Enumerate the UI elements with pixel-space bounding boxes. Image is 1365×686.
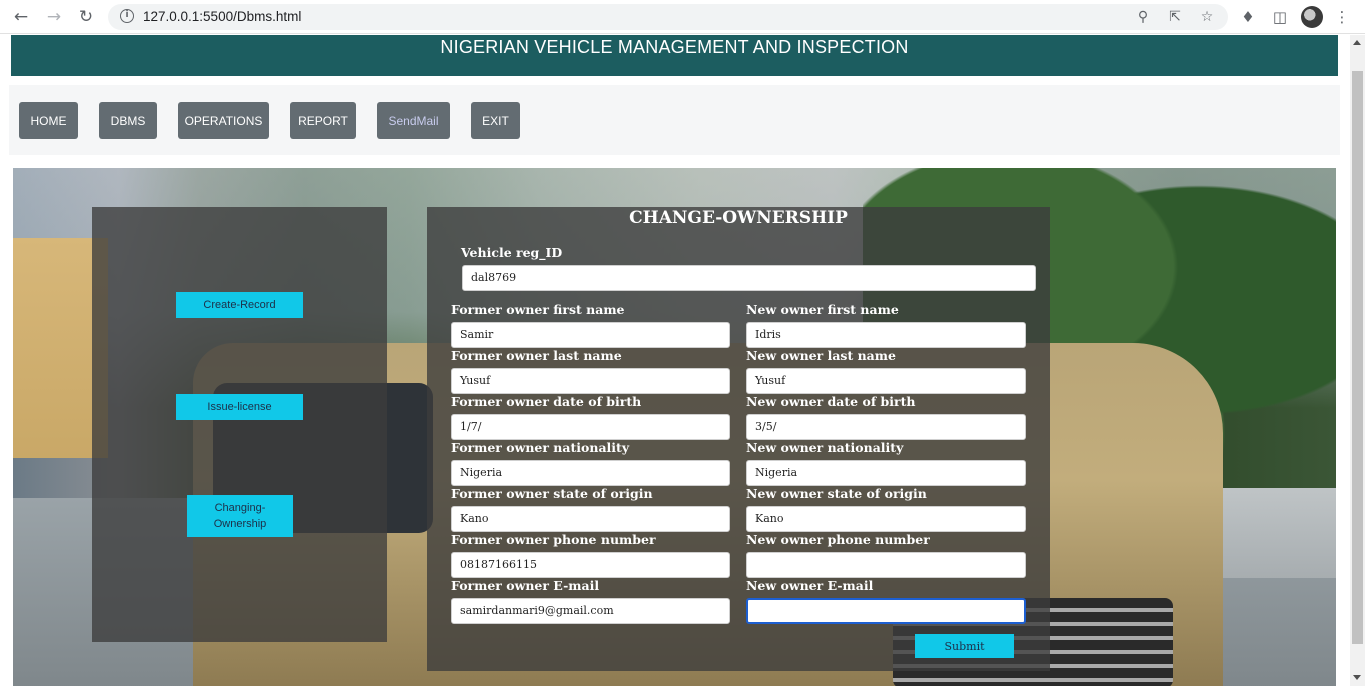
former-last-name-label: Former owner last name [451, 348, 622, 363]
new-email-input[interactable] [746, 598, 1026, 624]
dbms-button[interactable]: DBMS [99, 102, 157, 139]
form-title: CHANGE-OWNERSHIP [629, 208, 848, 228]
bookmark-star-icon[interactable]: ☆ [1197, 7, 1217, 27]
profile-avatar[interactable] [1301, 6, 1323, 28]
report-button[interactable]: REPORT [290, 102, 356, 139]
reload-icon[interactable]: ↻ [74, 5, 98, 29]
former-first-name-label: Former owner first name [451, 302, 625, 317]
submit-button[interactable]: Submit [915, 634, 1014, 658]
vehicle-reg-label: Vehicle reg_ID [461, 245, 563, 260]
page-content: NIGERIAN VEHICLE MANAGEMENT AND INSPECTI… [0, 35, 1350, 686]
change-ownership-form: CHANGE-OWNERSHIP Vehicle reg_ID dal8769 … [427, 207, 1050, 671]
former-nationality-input[interactable]: Nigeria [451, 460, 730, 486]
new-first-name-input[interactable]: Idris [746, 322, 1026, 348]
back-icon[interactable]: ← [9, 5, 33, 29]
changing-ownership-button[interactable]: Changing- Ownership [187, 495, 293, 537]
new-email-label: New owner E-mail [746, 578, 874, 593]
former-first-name-input[interactable]: Samir [451, 322, 730, 348]
operations-button[interactable]: OPERATIONS [178, 102, 269, 139]
forward-icon[interactable]: → [42, 5, 66, 29]
new-last-name-label: New owner last name [746, 348, 896, 363]
new-last-name-input[interactable]: Yusuf [746, 368, 1026, 394]
url-text[interactable]: 127.0.0.1:5500/Dbms.html [143, 9, 301, 24]
site-header: NIGERIAN VEHICLE MANAGEMENT AND INSPECTI… [11, 35, 1338, 76]
former-email-input[interactable]: samirdanmari9@gmail.com [451, 598, 730, 624]
dbms-action-panel: Create-Record Issue-license Changing- Ow… [92, 207, 387, 642]
hero-background: Create-Record Issue-license Changing- Ow… [13, 168, 1336, 686]
new-dob-label: New owner date of birth [746, 394, 916, 409]
vertical-scrollbar[interactable] [1350, 35, 1365, 686]
browser-toolbar: ← → ↻ i 127.0.0.1:5500/Dbms.html ⚲ ⇱ ☆ ♦… [0, 0, 1365, 34]
create-record-button[interactable]: Create-Record [176, 292, 303, 318]
share-icon[interactable]: ⇱ [1165, 7, 1185, 27]
more-menu-icon[interactable]: ⋮ [1330, 5, 1354, 29]
former-state-input[interactable]: Kano [451, 506, 730, 532]
site-info-icon[interactable]: i [120, 9, 134, 23]
new-nationality-label: New owner nationality [746, 440, 904, 455]
former-last-name-input[interactable]: Yusuf [451, 368, 730, 394]
new-nationality-input[interactable]: Nigeria [746, 460, 1026, 486]
new-first-name-label: New owner first name [746, 302, 899, 317]
former-state-label: Former owner state of origin [451, 486, 653, 501]
extensions-puzzle-icon[interactable]: ♦ [1236, 5, 1260, 29]
new-phone-input[interactable] [746, 552, 1026, 578]
former-dob-label: Former owner date of birth [451, 394, 642, 409]
exit-button[interactable]: EXIT [471, 102, 520, 139]
scroll-down-arrow-icon[interactable] [1353, 675, 1361, 680]
former-phone-label: Former owner phone number [451, 532, 656, 547]
former-dob-input[interactable]: 1/7/ [451, 414, 730, 440]
home-button[interactable]: HOME [19, 102, 78, 139]
scrollbar-thumb[interactable] [1352, 71, 1363, 644]
former-nationality-label: Former owner nationality [451, 440, 630, 455]
former-phone-input[interactable]: 08187166115 [451, 552, 730, 578]
former-email-label: Former owner E-mail [451, 578, 600, 593]
scroll-up-arrow-icon[interactable] [1353, 40, 1361, 45]
main-menu: HOME DBMS OPERATIONS REPORT SendMail EXI… [9, 85, 1340, 155]
sendmail-button[interactable]: SendMail [377, 102, 450, 139]
new-dob-input[interactable]: 3/5/ [746, 414, 1026, 440]
side-panel-icon[interactable]: ◫ [1268, 5, 1292, 29]
zoom-icon[interactable]: ⚲ [1133, 7, 1153, 27]
new-phone-label: New owner phone number [746, 532, 930, 547]
page-title: NIGERIAN VEHICLE MANAGEMENT AND INSPECTI… [440, 37, 909, 57]
new-state-label: New owner state of origin [746, 486, 927, 501]
issue-license-button[interactable]: Issue-license [176, 394, 303, 420]
vehicle-reg-input[interactable]: dal8769 [462, 265, 1036, 291]
new-state-input[interactable]: Kano [746, 506, 1026, 532]
address-bar[interactable]: i 127.0.0.1:5500/Dbms.html ⚲ ⇱ ☆ [108, 4, 1228, 30]
